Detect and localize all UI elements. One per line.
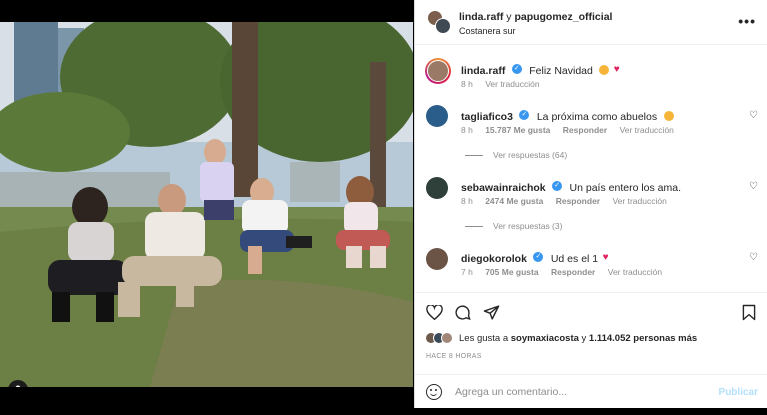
comment-meta: 7 h 705 Me gusta Responder Ver traducció… [461, 267, 672, 277]
comment-text: Ud es el 1 [550, 253, 599, 265]
comment-likes[interactable]: 15.787 Me gusta [485, 125, 550, 135]
comment-time: 7 h [461, 267, 473, 277]
comment-row: sebawainraichok ✓ Un país entero los ama… [461, 178, 681, 196]
translate-link[interactable]: Ver traducción [620, 125, 674, 135]
translate-link[interactable]: Ver traducción [612, 196, 666, 206]
likes-prefix: Les gusta a [459, 332, 511, 344]
view-replies-label[interactable]: Ver respuestas (3) [493, 221, 562, 231]
comment-time: 8 h [461, 196, 473, 206]
likes-user[interactable]: soymaxiacosta [511, 333, 579, 344]
more-dots-icon[interactable]: ••• [738, 13, 756, 29]
view-replies[interactable]: Ver respuestas (3) [465, 221, 562, 231]
star-eyes-emoji-icon [599, 64, 610, 75]
comment-likes[interactable]: 2474 Me gusta [485, 196, 543, 206]
comment-row: tagliafico3 ✓ La próxima como abuelos [461, 107, 674, 125]
comment-username[interactable]: diegokorolok [461, 253, 527, 265]
header-usernames: linda.raff y papugomez_official [459, 11, 612, 23]
red-heart-emoji-icon: ♥ [613, 64, 620, 76]
collab-avatars[interactable] [427, 10, 451, 34]
reply-button[interactable]: Responder [556, 196, 600, 206]
caption-meta: 8 h Ver traducción [461, 79, 550, 89]
send-icon[interactable] [482, 303, 500, 321]
header-user-linda[interactable]: linda.raff [459, 11, 503, 23]
red-heart-emoji-icon: ♥ [602, 252, 609, 264]
action-bar [415, 292, 767, 328]
caption-time: 8 h [461, 79, 473, 89]
comment-text: Un país entero los ama. [569, 182, 682, 194]
caption-text: Feliz Navidad [529, 65, 593, 77]
verified-icon: ✓ [533, 252, 544, 263]
view-replies[interactable]: Ver respuestas (64) [465, 150, 567, 160]
comment-meta: 8 h 15.787 Me gusta Responder Ver traduc… [461, 125, 684, 135]
reply-button[interactable]: Responder [551, 267, 595, 277]
verified-icon: ✓ [511, 64, 522, 75]
caption-translate[interactable]: Ver traducción [485, 79, 539, 89]
post-header: linda.raff y papugomez_official Costaner… [415, 0, 767, 45]
comment-row: diegokorolok ✓ Ud es el 1 ♥ [461, 249, 609, 267]
divider-line [465, 225, 483, 227]
comment-box: Publicar [415, 374, 767, 408]
photo-illustration [0, 22, 413, 387]
comment-username[interactable]: sebawainraichok [461, 182, 546, 194]
comment-text: La próxima como abuelos [536, 111, 658, 123]
comment-avatar[interactable] [426, 248, 448, 270]
likes-row: Les gusta a soymaxiacosta y 1.114.052 pe… [425, 332, 697, 344]
bookmark-icon[interactable] [740, 303, 758, 321]
comment-avatar[interactable] [426, 105, 448, 127]
star-eyes-emoji-icon [663, 110, 674, 121]
likes-text: Les gusta a soymaxiacosta y 1.114.052 pe… [459, 333, 697, 344]
comment-meta: 8 h 2474 Me gusta Responder Ver traducci… [461, 196, 677, 206]
caption-row: linda.raff ✓ Feliz Navidad ♥ [461, 61, 620, 79]
post-details-panel: linda.raff y papugomez_official Costaner… [414, 0, 767, 408]
screenshot-frame: linda.raff y papugomez_official Costaner… [0, 0, 767, 415]
header-user-papu[interactable]: papugomez_official [514, 11, 612, 23]
bottom-border [0, 408, 767, 415]
comment-avatar[interactable] [426, 177, 448, 199]
caption-avatar[interactable] [425, 58, 451, 84]
heart-icon[interactable]: ♡ [749, 110, 758, 121]
location[interactable]: Costanera sur [459, 26, 516, 36]
likes-middle: y [578, 332, 589, 344]
post-photo[interactable] [0, 22, 413, 387]
caption-username[interactable]: linda.raff [461, 65, 505, 77]
view-replies-label[interactable]: Ver respuestas (64) [493, 150, 567, 160]
comment-time: 8 h [461, 125, 473, 135]
comment-icon[interactable] [453, 303, 471, 321]
comment-input[interactable] [455, 384, 695, 400]
verified-icon: ✓ [552, 181, 563, 192]
post-time: HACE 8 HORAS [426, 353, 482, 360]
likes-count[interactable]: 1.114.052 personas más [589, 333, 697, 344]
reply-button[interactable]: Responder [563, 125, 607, 135]
heart-icon[interactable]: ♡ [749, 181, 758, 192]
header-connector: y [503, 11, 515, 23]
avatar [441, 332, 453, 344]
divider-line [465, 154, 483, 156]
comment-username[interactable]: tagliafico3 [461, 111, 513, 123]
avatar [435, 18, 451, 34]
heart-icon[interactable]: ♡ [749, 252, 758, 263]
emoji-icon[interactable] [426, 384, 442, 400]
publish-button[interactable]: Publicar [719, 387, 758, 398]
comment-likes[interactable]: 705 Me gusta [485, 267, 538, 277]
heart-icon[interactable] [425, 303, 443, 321]
translate-link[interactable]: Ver traducción [608, 267, 662, 277]
verified-icon: ✓ [519, 110, 530, 121]
